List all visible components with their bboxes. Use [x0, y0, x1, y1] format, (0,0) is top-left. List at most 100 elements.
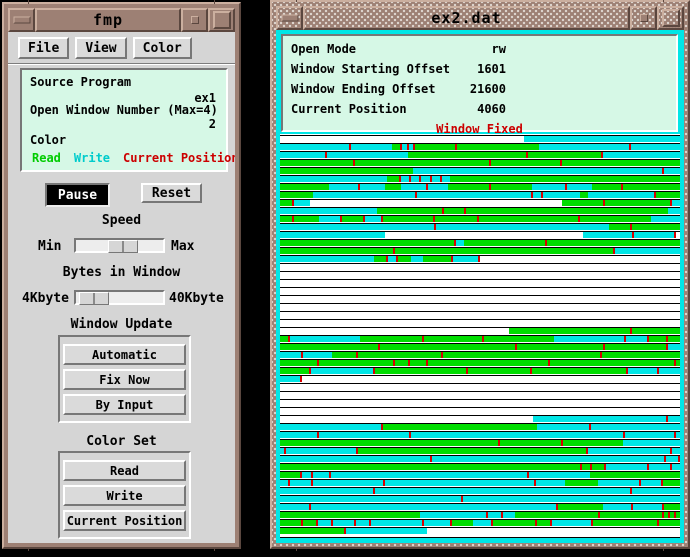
viz-segment [280, 424, 381, 430]
ex2-window-frame[interactable]: ex2.dat Open ModerwWindow Starting Offse… [270, 0, 690, 549]
viz-segment [280, 256, 374, 262]
viz-segment [428, 184, 449, 190]
reset-button[interactable]: Reset [141, 183, 202, 203]
maximize-icon [213, 11, 231, 29]
viz-segment [411, 176, 419, 182]
viz-segment [303, 520, 316, 526]
menu-color[interactable]: Color [133, 37, 192, 59]
current-position-set-button[interactable]: Current Position [63, 510, 186, 531]
fix-now-button[interactable]: Fix Now [63, 369, 186, 390]
viz-segment [313, 192, 415, 198]
viz-row [280, 495, 680, 502]
fmp-minimize-button[interactable] [181, 8, 208, 32]
viz-segment [473, 520, 490, 526]
viz-segment [280, 384, 680, 390]
automatic-button[interactable]: Automatic [63, 344, 186, 365]
viz-segment [649, 336, 666, 342]
viz-row [280, 303, 680, 310]
viz-segment [580, 216, 651, 222]
viz-segment [346, 528, 426, 534]
pause-button[interactable]: Pause [45, 183, 110, 207]
viz-segment [280, 472, 300, 478]
viz-segment [668, 416, 680, 422]
viz-segment [332, 352, 357, 358]
bytes-slider[interactable] [74, 290, 165, 305]
viz-segment [333, 520, 354, 526]
fmp-titlebar[interactable]: fmp [8, 8, 235, 32]
viz-segment [280, 232, 385, 238]
viz-segment [672, 464, 680, 470]
viz-segment [583, 232, 631, 238]
viz-segment [356, 520, 369, 526]
viz-row [280, 143, 680, 150]
viz-segment [280, 192, 313, 198]
viz-segment [582, 464, 590, 470]
viz-segment [280, 176, 387, 182]
viz-segment [547, 240, 680, 246]
by-input-button[interactable]: By Input [63, 394, 186, 415]
viz-segment [550, 360, 674, 366]
viz-segment [603, 152, 680, 158]
speed-slider-thumb[interactable] [108, 240, 138, 253]
viz-segment [632, 224, 680, 230]
viz-segment [466, 208, 668, 214]
viz-segment [623, 184, 680, 190]
ex2-maximize-button[interactable] [657, 6, 684, 30]
fmp-content: FileViewColor Source Program ex1 Open Wi… [8, 32, 235, 543]
bytes-slider-thumb[interactable] [79, 292, 109, 305]
viz-segment [539, 144, 629, 150]
viz-segment [628, 368, 657, 374]
menu-file[interactable]: File [18, 37, 69, 59]
viz-segment [280, 528, 344, 534]
ex2-minimize-button[interactable] [630, 6, 657, 30]
viz-segment [280, 304, 680, 310]
frame-notch [214, 0, 215, 4]
viz-segment [401, 176, 409, 182]
viz-segment [280, 352, 301, 358]
menu-view[interactable]: View [75, 37, 126, 59]
viz-row [280, 527, 680, 534]
ex2-window-menu-button[interactable] [276, 6, 303, 30]
frame-notch [214, 547, 215, 551]
viz-segment [634, 232, 674, 238]
write-set-button[interactable]: Write [63, 485, 186, 506]
read-set-button[interactable]: Read [63, 460, 186, 481]
viz-segment [280, 344, 378, 350]
fmp-window-frame[interactable]: fmp FileViewColor Source Program ex1 Ope… [2, 2, 241, 549]
viz-segment [280, 216, 292, 222]
viz-segment [280, 144, 349, 150]
viz-segment [532, 184, 565, 190]
viz-segment [319, 360, 393, 366]
viz-segment [676, 360, 680, 366]
file-info-row: Window Starting Offset1601 [291, 62, 681, 80]
fmp-maximize-button[interactable] [208, 8, 235, 32]
viz-segment [668, 208, 680, 214]
viz-segment [602, 352, 680, 358]
fmp-window-menu-button[interactable] [8, 8, 35, 32]
frame-notch [28, 547, 29, 551]
window-update-group: Automatic Fix Now By Input [58, 335, 191, 423]
viz-segment [280, 336, 288, 342]
ex2-titlebar[interactable]: ex2.dat [276, 6, 684, 30]
window-update-label: Window Update [8, 317, 235, 332]
viz-segment [463, 496, 680, 502]
viz-segment [626, 336, 647, 342]
viz-segment [672, 200, 680, 206]
viz-segment [442, 176, 450, 182]
viz-segment [424, 520, 450, 526]
viz-row [280, 239, 680, 246]
speed-max-label: Max [171, 239, 194, 254]
viz-row [280, 191, 680, 198]
viz-row [280, 295, 680, 302]
bytes-min-label: 4Kbyte [22, 291, 69, 306]
speed-slider[interactable] [74, 238, 165, 253]
ex2-window: ex2.dat Open ModerwWindow Starting Offse… [270, 0, 690, 549]
viz-segment [280, 296, 680, 302]
viz-segment [605, 200, 670, 206]
viz-segment [663, 480, 680, 486]
viz-segment [668, 344, 680, 350]
viz-row [280, 407, 680, 414]
viz-segment [411, 256, 423, 262]
fmp-window: fmp FileViewColor Source Program ex1 Ope… [2, 2, 241, 549]
viz-segment [493, 520, 536, 526]
